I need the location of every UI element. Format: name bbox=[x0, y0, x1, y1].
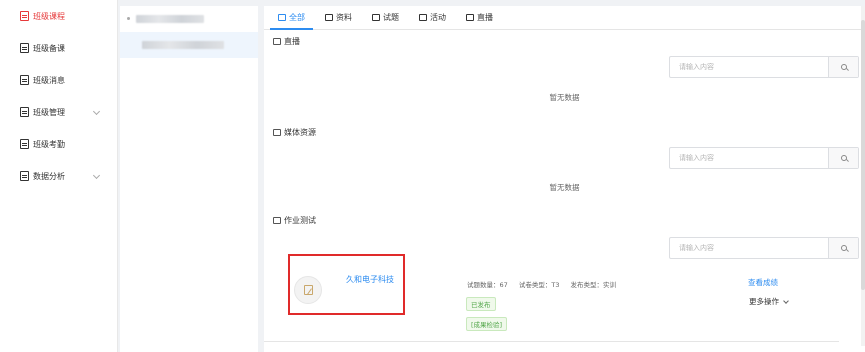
section-title-media: 媒体资源 bbox=[264, 124, 316, 140]
sidebar-item-data-analysis[interactable]: 数据分析 bbox=[0, 160, 117, 192]
tab-label: 试题 bbox=[383, 13, 399, 22]
tree-node-selected[interactable] bbox=[120, 32, 258, 58]
sidebar-item-label: 班级管理 bbox=[33, 107, 65, 117]
document-icon bbox=[20, 139, 29, 149]
live-search-button[interactable] bbox=[828, 57, 858, 77]
search-icon bbox=[840, 155, 847, 161]
media-search-input[interactable] bbox=[670, 148, 828, 168]
sidebar-item-label: 班级考勤 bbox=[33, 139, 65, 149]
homework-card: 久和电子科技 试题数量：67 试卷类型：T3 发布类型：实训 已发布 [成果检验… bbox=[264, 242, 839, 342]
question-count: 试题数量：67 bbox=[467, 281, 508, 289]
section-title-text: 媒体资源 bbox=[284, 127, 316, 137]
section-title-text: 作业测试 bbox=[284, 215, 316, 225]
search-icon bbox=[840, 64, 847, 70]
tab-bar: 全部 资料 试题 活动 直播 bbox=[264, 6, 865, 30]
broadcast-icon bbox=[466, 14, 474, 21]
document-icon bbox=[20, 75, 29, 85]
tab-questions[interactable]: 试题 bbox=[362, 6, 409, 29]
chevron-down-icon bbox=[92, 107, 101, 116]
pencil-icon bbox=[303, 285, 313, 295]
tab-label: 资料 bbox=[336, 13, 352, 22]
scrollbar-thumb[interactable] bbox=[861, 20, 865, 290]
tab-label: 活动 bbox=[430, 13, 446, 22]
sidebar-item-label: 班级备课 bbox=[33, 43, 65, 53]
more-actions-dropdown[interactable]: 更多操作 bbox=[749, 296, 789, 307]
grid-icon bbox=[278, 14, 286, 21]
document-icon bbox=[20, 171, 29, 181]
layers-icon bbox=[372, 14, 380, 21]
sidebar-item-label: 班级课程 bbox=[33, 11, 65, 21]
sidebar-item-label: 班级消息 bbox=[33, 75, 65, 85]
tab-label: 全部 bbox=[289, 13, 305, 22]
sidebar-item-class-messages[interactable]: 班级消息 bbox=[0, 64, 117, 96]
chevron-down-icon bbox=[783, 297, 789, 304]
publish-type: 发布类型：实训 bbox=[570, 281, 617, 289]
media-empty-text: 暂无数据 bbox=[549, 183, 580, 192]
document-icon bbox=[20, 43, 29, 53]
file-icon bbox=[325, 14, 333, 21]
tab-live[interactable]: 直播 bbox=[456, 6, 503, 29]
homework-meta: 试题数量：67 试卷类型：T3 发布类型：实训 bbox=[467, 279, 625, 289]
sidebar-item-class-course[interactable]: 班级课程 bbox=[0, 0, 117, 32]
sidebar: 班级课程 班级备课 班级消息 班级管理 班级考勤 数据分析 bbox=[0, 0, 118, 352]
sidebar-item-class-management[interactable]: 班级管理 bbox=[0, 96, 117, 128]
media-search-button[interactable] bbox=[828, 148, 858, 168]
media-icon bbox=[273, 128, 281, 136]
live-search-input[interactable] bbox=[670, 57, 828, 77]
edit-icon bbox=[294, 276, 322, 304]
bullet-icon bbox=[127, 17, 130, 20]
homework-title-link[interactable]: 久和电子科技 bbox=[346, 274, 394, 285]
homework-icon bbox=[273, 216, 281, 224]
course-tree bbox=[120, 6, 258, 352]
tag-icon bbox=[419, 14, 427, 21]
paper-type: 试卷类型：T3 bbox=[518, 281, 560, 289]
search-icon bbox=[840, 245, 847, 251]
tab-materials[interactable]: 资料 bbox=[315, 6, 362, 29]
document-icon bbox=[20, 107, 29, 117]
redacted-text bbox=[136, 15, 204, 23]
tab-all[interactable]: 全部 bbox=[268, 6, 315, 30]
main-panel: 全部 资料 试题 活动 直播 直播 暂无数据 媒体资源 bbox=[264, 6, 865, 352]
scrollbar[interactable] bbox=[861, 6, 865, 346]
section-title-live: 直播 bbox=[264, 33, 300, 49]
tab-label: 直播 bbox=[477, 13, 493, 22]
category-badge: [成果检验] bbox=[466, 317, 508, 331]
view-scores-link[interactable]: 查看成绩 bbox=[748, 277, 778, 288]
live-search bbox=[669, 56, 859, 78]
document-icon bbox=[20, 11, 29, 21]
sidebar-item-label: 数据分析 bbox=[33, 171, 65, 181]
status-badge: 已发布 bbox=[466, 297, 496, 311]
more-actions-label: 更多操作 bbox=[749, 297, 779, 306]
tree-node[interactable] bbox=[120, 6, 258, 32]
live-empty-text: 暂无数据 bbox=[549, 93, 580, 102]
broadcast-icon bbox=[273, 37, 281, 45]
chevron-down-icon bbox=[92, 171, 101, 180]
media-search bbox=[669, 147, 859, 169]
tab-activities[interactable]: 活动 bbox=[409, 6, 456, 29]
sidebar-item-class-attendance[interactable]: 班级考勤 bbox=[0, 128, 117, 160]
section-title-homework: 作业测试 bbox=[264, 212, 316, 228]
section-title-text: 直播 bbox=[284, 36, 300, 46]
sidebar-item-class-prep[interactable]: 班级备课 bbox=[0, 32, 117, 64]
redacted-text bbox=[142, 41, 224, 49]
